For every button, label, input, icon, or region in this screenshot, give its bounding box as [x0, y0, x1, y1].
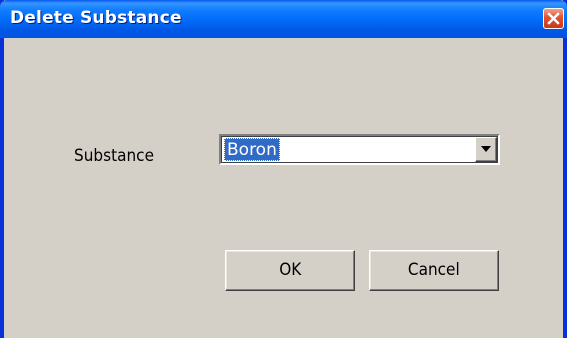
cancel-button-label: Cancel: [408, 260, 460, 280]
close-icon: [547, 12, 560, 25]
substance-label: Substance: [74, 146, 155, 166]
delete-substance-dialog: Delete Substance Substance Boron OK Canc…: [0, 0, 567, 338]
close-button[interactable]: [543, 8, 564, 29]
chevron-down-icon: [481, 146, 491, 152]
ok-button-label: OK: [278, 260, 302, 280]
ok-button[interactable]: OK: [225, 250, 355, 291]
dropdown-arrow-button[interactable]: [475, 137, 497, 162]
cancel-button[interactable]: Cancel: [369, 250, 499, 291]
dialog-title: Delete Substance: [10, 8, 182, 28]
substance-selected-value: Boron: [224, 138, 280, 161]
title-bar[interactable]: Delete Substance: [0, 0, 567, 38]
substance-dropdown[interactable]: Boron: [219, 134, 500, 165]
